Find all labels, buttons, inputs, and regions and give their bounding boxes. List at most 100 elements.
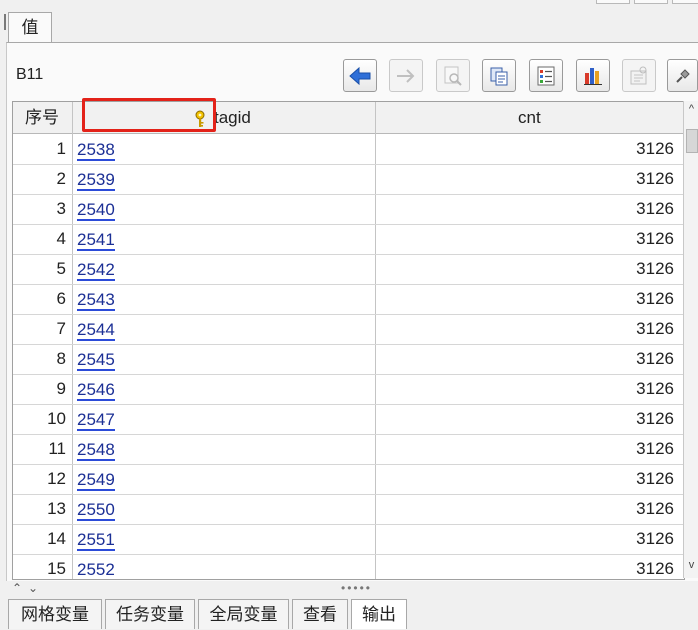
tagid-link[interactable]: 2541 — [77, 225, 115, 251]
tab-output[interactable]: 输出 — [351, 599, 407, 629]
properties-button[interactable] — [622, 59, 656, 92]
vertical-scrollbar[interactable]: ^ v — [683, 101, 698, 578]
row-index: 11 — [48, 439, 66, 458]
inspect-button[interactable] — [436, 59, 470, 92]
row-index: 14 — [47, 529, 66, 548]
row-index: 3 — [56, 199, 66, 218]
cnt-value: 3126 — [636, 289, 674, 308]
splitter-bar[interactable]: ⌃ ⌄ ••••• — [6, 580, 698, 596]
tagid-link[interactable]: 2544 — [77, 315, 115, 341]
column-header-index[interactable]: 序号 — [25, 102, 59, 133]
drag-handle-icon[interactable]: ••••• — [341, 580, 372, 596]
tagid-link[interactable]: 2549 — [77, 465, 115, 491]
cnt-value: 3126 — [636, 169, 674, 188]
cnt-value: 3126 — [636, 559, 674, 578]
table-row[interactable]: 14 2551 3126 — [13, 524, 684, 555]
list-icon — [537, 66, 555, 85]
tab-global-variables[interactable]: 全局变量 — [198, 599, 289, 629]
tab-grid-variables[interactable]: 网格变量 — [8, 599, 102, 629]
table-row[interactable]: 5 2542 3126 — [13, 254, 684, 285]
pin-button[interactable] — [667, 59, 698, 92]
cnt-value: 3126 — [636, 199, 674, 218]
result-table: 序号 tagid cnt 1 2538 3126 2 2539 3126 3 2540 3126… — [12, 101, 685, 580]
tagid-link[interactable]: 2545 — [77, 345, 115, 371]
cnt-value: 3126 — [636, 319, 674, 338]
table-row[interactable]: 12 2549 3126 — [13, 464, 684, 495]
tagid-link[interactable]: 2547 — [77, 405, 115, 431]
tagid-link[interactable]: 2542 — [77, 255, 115, 281]
tagid-link[interactable]: 2552 — [77, 555, 115, 579]
table-row[interactable]: 7 2544 3126 — [13, 314, 684, 345]
table-row[interactable]: 10 2547 3126 — [13, 404, 684, 435]
table-row[interactable]: 1 2538 3126 — [13, 134, 684, 165]
table-row[interactable]: 3 2540 3126 — [13, 194, 684, 225]
cnt-value: 3126 — [636, 349, 674, 368]
tab-value[interactable]: 值 — [8, 12, 52, 42]
table-row[interactable]: 2 2539 3126 — [13, 164, 684, 195]
top-control[interactable] — [672, 0, 698, 4]
cnt-value: 3126 — [636, 499, 674, 518]
table-row[interactable]: 11 2548 3126 — [13, 434, 684, 465]
row-index: 12 — [47, 469, 66, 488]
scroll-down-icon[interactable]: v — [685, 559, 698, 571]
arrow-left-icon — [349, 66, 371, 85]
row-index: 1 — [56, 139, 66, 158]
top-control[interactable] — [634, 0, 668, 4]
row-index: 9 — [56, 379, 66, 398]
magnifier-icon — [444, 66, 462, 86]
row-index: 15 — [47, 559, 66, 578]
back-button[interactable] — [343, 59, 377, 92]
bar-chart-icon — [584, 67, 602, 85]
cnt-value: 3126 — [636, 259, 674, 278]
cnt-value: 3126 — [636, 139, 674, 158]
left-edge-marker — [0, 14, 6, 30]
tagid-link[interactable]: 2543 — [77, 285, 115, 311]
row-index: 2 — [56, 169, 66, 188]
top-strip — [0, 0, 698, 6]
chart-button[interactable] — [576, 59, 610, 92]
table-row[interactable]: 15 2552 3126 — [13, 554, 684, 579]
copy-icon — [490, 67, 508, 85]
cnt-value: 3126 — [636, 229, 674, 248]
cnt-value: 3126 — [636, 379, 674, 398]
tab-task-variables[interactable]: 任务变量 — [105, 599, 195, 629]
row-index: 7 — [56, 319, 66, 338]
tagid-link[interactable]: 2550 — [77, 495, 115, 521]
table-row[interactable]: 13 2550 3126 — [13, 494, 684, 525]
cnt-value: 3126 — [636, 409, 674, 428]
tab-view[interactable]: 查看 — [292, 599, 348, 629]
scroll-up-icon[interactable]: ^ — [685, 103, 698, 115]
table-row[interactable]: 9 2546 3126 — [13, 374, 684, 405]
column-header-tagid[interactable]: tagid — [214, 102, 251, 133]
cnt-value: 3126 — [636, 529, 674, 548]
table-row[interactable]: 4 2541 3126 — [13, 224, 684, 255]
row-index: 6 — [56, 289, 66, 308]
highlight-box — [82, 98, 216, 132]
properties-icon — [630, 66, 647, 84]
table-row[interactable]: 8 2545 3126 — [13, 344, 684, 375]
row-index: 5 — [56, 259, 66, 278]
top-control[interactable] — [596, 0, 630, 4]
pin-icon — [675, 68, 690, 83]
cnt-value: 3126 — [636, 439, 674, 458]
copy-button[interactable] — [482, 59, 516, 92]
tagid-link[interactable]: 2546 — [77, 375, 115, 401]
row-index: 10 — [47, 409, 66, 428]
list-button[interactable] — [529, 59, 563, 92]
tagid-link[interactable]: 2538 — [77, 135, 115, 161]
tagid-link[interactable]: 2548 — [77, 435, 115, 461]
scroll-thumb[interactable] — [686, 129, 698, 153]
row-index: 13 — [47, 499, 66, 518]
chevron-down-icon[interactable]: ⌄ — [28, 580, 38, 596]
tagid-link[interactable]: 2551 — [77, 525, 115, 551]
arrow-right-icon — [397, 68, 415, 83]
cnt-value: 3126 — [636, 469, 674, 488]
column-header-cnt[interactable]: cnt — [518, 102, 541, 133]
tagid-link[interactable]: 2540 — [77, 195, 115, 221]
chevron-up-icon[interactable]: ⌃ — [12, 580, 22, 596]
tagid-link[interactable]: 2539 — [77, 165, 115, 191]
row-index: 4 — [56, 229, 66, 248]
row-index: 8 — [56, 349, 66, 368]
forward-button[interactable] — [389, 59, 423, 92]
table-row[interactable]: 6 2543 3126 — [13, 284, 684, 315]
